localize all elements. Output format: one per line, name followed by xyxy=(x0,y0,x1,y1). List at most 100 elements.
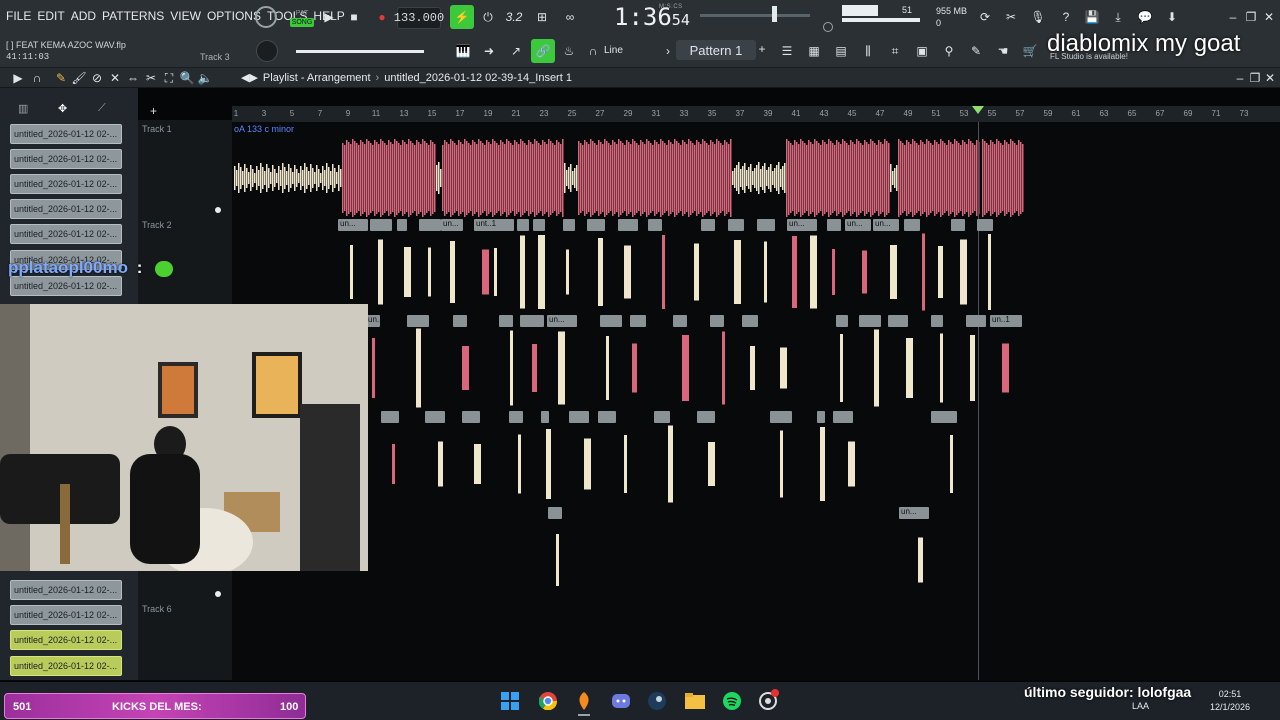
delete-tool-icon[interactable]: ⊘ xyxy=(90,71,104,85)
clip-header[interactable] xyxy=(563,219,575,231)
close-button[interactable]: ✕ xyxy=(1262,10,1276,24)
discord-icon[interactable] xyxy=(610,690,632,712)
play-button[interactable]: ▶ xyxy=(318,6,340,28)
piano-icon[interactable]: 🎹 xyxy=(452,40,474,62)
menu-view[interactable]: VIEW xyxy=(170,9,201,23)
clip-header[interactable] xyxy=(710,315,724,327)
master-volume-handle[interactable] xyxy=(772,6,777,22)
wait-icon[interactable]: ⏻ xyxy=(478,8,498,26)
clip-header[interactable] xyxy=(951,219,965,231)
slide-small-icon[interactable]: ⟋ xyxy=(98,102,106,115)
save-icon[interactable]: 💾 xyxy=(1081,6,1103,28)
loop-record-icon[interactable]: ∞ xyxy=(559,8,581,26)
clip-header[interactable] xyxy=(742,315,758,327)
clip-header[interactable] xyxy=(770,411,792,423)
step-edit-icon[interactable]: ⊞ xyxy=(531,8,553,26)
breadcrumb-arrow-icon[interactable]: ◀▶ xyxy=(241,72,258,84)
track-1-led-icon[interactable] xyxy=(215,207,221,213)
clip-header[interactable] xyxy=(499,315,513,327)
clip-header[interactable]: un... xyxy=(899,507,929,519)
hint-knob-icon[interactable] xyxy=(255,6,277,28)
breadcrumb-playlist[interactable]: Playlist - Arrangement xyxy=(263,72,371,84)
clip-header[interactable]: un..1 xyxy=(990,315,1022,327)
tray-clock[interactable]: 02:51 12/1/2026 xyxy=(1210,688,1250,714)
cut-icon[interactable]: ✂ xyxy=(1000,6,1022,28)
track-6-label[interactable]: Track 6 xyxy=(142,604,172,614)
arrangement-grid[interactable]: oA 133 c minor xyxy=(232,122,1280,680)
filter-icon[interactable]: ▥ xyxy=(18,102,28,115)
select-tool-icon[interactable]: ⛶ xyxy=(162,71,176,85)
plug-icon[interactable]: ⚲ xyxy=(938,40,960,62)
minimize-button[interactable]: – xyxy=(1226,10,1240,24)
clip-header[interactable] xyxy=(931,411,957,423)
playlist-min-button[interactable]: – xyxy=(1234,71,1246,85)
clip-header[interactable] xyxy=(630,315,646,327)
pencil-tool-icon[interactable]: ✎ xyxy=(54,71,68,85)
clip-header[interactable] xyxy=(904,219,920,231)
menu-file[interactable]: FILE xyxy=(6,9,31,23)
countdown-icon[interactable]: 3.2 xyxy=(503,8,525,26)
clip-header[interactable] xyxy=(888,315,908,327)
clip-header[interactable] xyxy=(370,219,392,231)
menu-add[interactable]: ADD xyxy=(71,9,96,23)
clip-header[interactable] xyxy=(462,411,480,423)
clip-header[interactable]: un... xyxy=(787,219,817,231)
clip-header[interactable] xyxy=(453,315,467,327)
clip-header[interactable] xyxy=(697,411,715,423)
clip-header[interactable] xyxy=(701,219,715,231)
clip-header[interactable] xyxy=(548,507,562,519)
clip-header[interactable] xyxy=(827,219,841,231)
clip-header[interactable]: un... xyxy=(547,315,577,327)
clip-header[interactable] xyxy=(381,411,399,423)
clip-header[interactable] xyxy=(541,411,549,423)
file-explorer-icon[interactable] xyxy=(684,690,706,712)
magnet-icon[interactable]: ∩ xyxy=(586,44,600,58)
clip-item[interactable]: untitled_2026-01-12 02-... xyxy=(10,149,122,169)
arrow-right-icon[interactable]: ➜ xyxy=(478,40,500,62)
clip-header[interactable] xyxy=(407,315,429,327)
clip-header[interactable] xyxy=(931,315,943,327)
snap-selector[interactable]: Line xyxy=(604,45,623,56)
piano-roll-icon[interactable]: ▦ xyxy=(803,40,825,62)
tray-language[interactable]: LAA xyxy=(1132,700,1149,713)
fl-studio-icon[interactable] xyxy=(573,690,595,712)
edison-icon[interactable]: ✎ xyxy=(965,40,987,62)
zoom-tool-icon[interactable]: 🔍 xyxy=(180,71,195,85)
cart-icon[interactable]: 🛒 xyxy=(1019,40,1041,62)
clip-header[interactable]: un... xyxy=(845,219,871,231)
clip-header[interactable] xyxy=(836,315,848,327)
clip-item[interactable]: untitled_2026-01-12 02-... xyxy=(10,124,122,144)
clip-header[interactable] xyxy=(397,219,407,231)
mic-icon[interactable]: 🎙 xyxy=(1027,6,1049,28)
nudge-icon[interactable]: ✥ xyxy=(58,102,67,115)
clip-header[interactable] xyxy=(517,219,529,231)
menu-options[interactable]: OPTIONS xyxy=(207,9,261,23)
track-1-label[interactable]: Track 1 xyxy=(142,124,172,134)
clip-item[interactable]: untitled_2026-01-12 02-... xyxy=(10,630,122,650)
clip-header[interactable] xyxy=(966,315,986,327)
mute-tool-icon[interactable]: ✕ xyxy=(108,71,122,85)
clip-header[interactable]: un... xyxy=(441,219,463,231)
clip-header[interactable] xyxy=(600,315,622,327)
clip-header[interactable] xyxy=(757,219,775,231)
record-button[interactable]: ● xyxy=(371,6,393,28)
render-icon[interactable]: ⤓ xyxy=(1107,6,1129,28)
clip-item[interactable]: untitled_2026-01-12 02-... xyxy=(10,174,122,194)
pattern-selector[interactable]: Pattern 1 xyxy=(676,40,756,60)
pattern-prev-icon[interactable]: › xyxy=(663,44,673,58)
plugin-icon[interactable]: ▣ xyxy=(911,40,933,62)
restore-button[interactable]: ❐ xyxy=(1244,10,1258,24)
slip-tool-icon[interactable]: ⇔ xyxy=(126,71,140,85)
clip-header[interactable] xyxy=(833,411,853,423)
browser-icon[interactable]: ⌗ xyxy=(884,40,906,62)
clip-header[interactable] xyxy=(618,219,638,231)
track-2-label[interactable]: Track 2 xyxy=(142,220,172,230)
clip-header[interactable] xyxy=(419,219,441,231)
breadcrumb-pattern[interactable]: untitled_2026-01-12 02-39-14_Insert 1 xyxy=(384,72,572,84)
windows-start-icon[interactable] xyxy=(499,690,521,712)
main-pitch-slider[interactable] xyxy=(296,50,424,53)
menu-edit[interactable]: EDIT xyxy=(37,9,64,23)
clip-item[interactable]: untitled_2026-01-12 02-... xyxy=(10,605,122,625)
clip-header[interactable] xyxy=(520,315,544,327)
clip-header[interactable] xyxy=(859,315,881,327)
